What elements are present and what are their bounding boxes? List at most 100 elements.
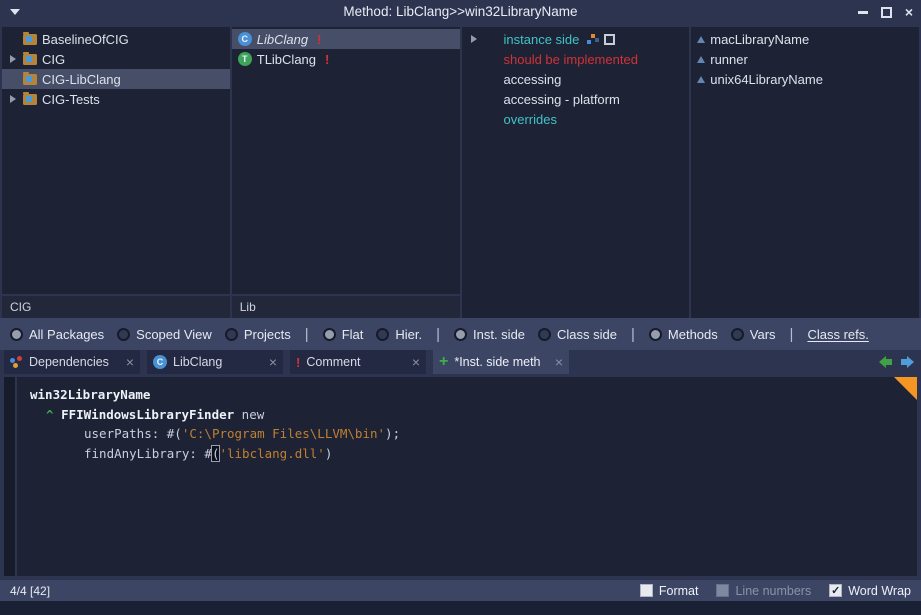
- nav-back-icon[interactable]: [879, 356, 892, 368]
- override-up-icon: [697, 76, 705, 83]
- nav-forward-icon[interactable]: [901, 356, 914, 368]
- code-editor[interactable]: win32LibraryName ^ FFIWindowsLibraryFinde…: [4, 377, 917, 576]
- nav-back-triangle: [879, 356, 886, 368]
- checkbox-format[interactable]: Format: [640, 584, 699, 598]
- protocol-row[interactable]: accessing: [462, 69, 690, 89]
- radio-circle-icon: [649, 328, 662, 341]
- error-badge: !: [325, 52, 329, 67]
- class-refs-link[interactable]: Class refs.: [807, 327, 868, 342]
- packages-panel: BaselineOfCIG CIG CIG-LibClang CIG-Tests CI…: [2, 27, 230, 318]
- radio-label: Methods: [668, 327, 718, 342]
- code-line: win32LibraryName: [30, 385, 917, 405]
- code-token: ): [325, 446, 333, 461]
- radio-label: Inst. side: [473, 327, 525, 342]
- code-token: userPaths: #(: [84, 426, 182, 441]
- checkbox-label: Line numbers: [735, 584, 811, 598]
- radio-label: Scoped View: [136, 327, 212, 342]
- package-label: CIG: [42, 52, 65, 67]
- close-button[interactable]: ×: [905, 5, 913, 19]
- radio-vars[interactable]: Vars: [731, 327, 776, 342]
- maximize-icon: [881, 7, 892, 18]
- code-token: 'C:\Program Files\LLVM\bin': [182, 426, 385, 441]
- protocol-row[interactable]: overrides: [462, 109, 690, 129]
- method-label: unix64LibraryName: [710, 72, 823, 87]
- protocol-row[interactable]: accessing - platform: [462, 89, 690, 109]
- protocol-label: accessing: [504, 72, 562, 87]
- protocols-list: instance side should be implemented access…: [462, 27, 690, 318]
- maximize-button[interactable]: [881, 7, 892, 18]
- dependencies-icon: [10, 356, 23, 368]
- package-row[interactable]: CIG-Tests: [2, 89, 230, 109]
- method-label: runner: [710, 52, 748, 67]
- protocol-row[interactable]: should be implemented: [462, 49, 690, 69]
- radio-inst-side[interactable]: Inst. side: [454, 327, 525, 342]
- browser-window: Method: LibClang>>win32LibraryName × Bas…: [0, 0, 921, 615]
- bottom-strip: [0, 601, 921, 615]
- package-row[interactable]: BaselineOfCIG: [2, 29, 230, 49]
- protocol-label: should be implemented: [504, 52, 638, 67]
- radio-methods[interactable]: Methods: [649, 327, 718, 342]
- status-bar: 4/4 [42] FormatLine numbersWord Wrap: [0, 580, 921, 601]
- radio-class-side[interactable]: Class side: [538, 327, 617, 342]
- radio-label: Flat: [342, 327, 364, 342]
- code-token: [54, 407, 62, 422]
- radio-hier[interactable]: Hier.: [376, 327, 422, 342]
- expand-arrow-slot: [8, 55, 18, 63]
- expand-arrow-slot: [8, 95, 18, 103]
- method-row[interactable]: macLibraryName: [691, 29, 919, 49]
- tab-label: LibClang: [173, 355, 263, 369]
- class-row[interactable]: CLibClang!: [232, 29, 460, 49]
- package-label: CIG-LibClang: [42, 72, 121, 87]
- methods-panel: macLibraryName runner unix64LibraryName: [691, 27, 919, 318]
- radio-flat[interactable]: Flat: [323, 327, 364, 342]
- package-row[interactable]: CIG-LibClang: [2, 69, 230, 89]
- tab-close-icon[interactable]: ×: [412, 355, 420, 369]
- radio-circle-icon: [538, 328, 551, 341]
- radio-label: Projects: [244, 327, 291, 342]
- radio-circle-icon: [117, 328, 130, 341]
- tab-inst-side-meth[interactable]: +*Inst. side meth×: [433, 350, 569, 374]
- expand-arrow-icon[interactable]: [10, 55, 16, 63]
- separator: |: [435, 326, 441, 343]
- radio-projects[interactable]: Projects: [225, 327, 291, 342]
- package-label: CIG-Tests: [42, 92, 100, 107]
- checkbox-word-wrap[interactable]: Word Wrap: [829, 584, 911, 598]
- tab-libclang[interactable]: C LibClang ×: [147, 350, 283, 374]
- tab-close-icon[interactable]: ×: [126, 355, 134, 369]
- tab-close-icon[interactable]: ×: [555, 355, 563, 369]
- nav-back-tail: [886, 359, 892, 365]
- radio-all-packages[interactable]: All Packages: [10, 327, 104, 342]
- class-filter-input[interactable]: Lib: [232, 294, 460, 318]
- checkbox-label: Word Wrap: [848, 584, 911, 598]
- protocol-row[interactable]: instance side: [462, 29, 690, 49]
- package-filter-input[interactable]: CIG: [2, 294, 230, 318]
- class-row[interactable]: TTLibClang!: [232, 49, 460, 69]
- radio-circle-icon: [454, 328, 467, 341]
- package-folder-icon: [23, 94, 37, 105]
- separator: |: [630, 326, 636, 343]
- editor-gutter: [4, 377, 17, 576]
- method-label: macLibraryName: [710, 32, 809, 47]
- tabs: Dependencies×CLibClang×!Comment×+*Inst. …: [4, 350, 569, 374]
- trait-icon: T: [238, 52, 252, 66]
- tab-close-icon[interactable]: ×: [269, 355, 277, 369]
- class-icon: C: [153, 355, 167, 369]
- package-folder-icon: [23, 34, 37, 45]
- method-row[interactable]: runner: [691, 49, 919, 69]
- code-token: ^: [46, 407, 54, 422]
- code-token: findAnyLibrary: #: [84, 446, 212, 461]
- tab-dependencies[interactable]: Dependencies×: [4, 350, 140, 374]
- code-line: findAnyLibrary: #('libclang.dll'): [30, 444, 917, 464]
- radio-scoped-view[interactable]: Scoped View: [117, 327, 212, 342]
- protocol-checkbox[interactable]: [604, 34, 615, 45]
- package-row[interactable]: CIG: [2, 49, 230, 69]
- code-token: FFIWindowsLibraryFinder: [61, 407, 234, 422]
- unsaved-changes-corner-icon: [894, 377, 917, 400]
- nav-forward-triangle: [907, 356, 914, 368]
- expand-arrow-icon[interactable]: [471, 35, 477, 43]
- method-row[interactable]: unix64LibraryName: [691, 69, 919, 89]
- minimize-button[interactable]: [858, 11, 868, 14]
- code-content[interactable]: win32LibraryName ^ FFIWindowsLibraryFinde…: [17, 377, 917, 576]
- tab-comment[interactable]: !Comment×: [290, 350, 426, 374]
- expand-arrow-icon[interactable]: [10, 95, 16, 103]
